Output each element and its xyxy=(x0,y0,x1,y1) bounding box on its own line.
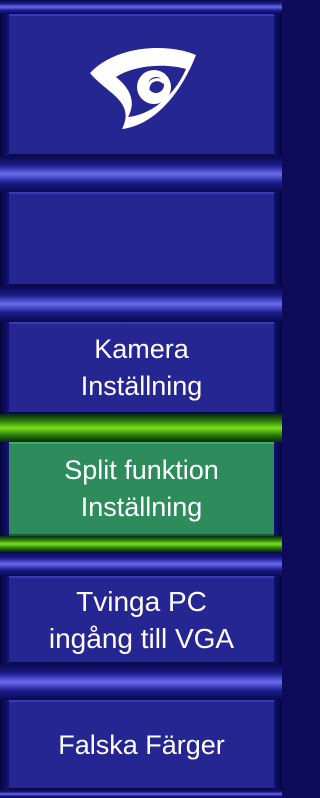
force-pc-input-vga-button[interactable]: Tvinga PC ingång till VGA xyxy=(9,576,274,664)
menu-divider xyxy=(0,664,282,700)
camera-settings-label-line1: Kamera xyxy=(94,334,189,364)
selected-divider-top xyxy=(0,414,282,442)
split-function-label-line1: Split funktion xyxy=(64,455,219,485)
camera-settings-label-line2: Inställning xyxy=(80,371,203,401)
menu-divider xyxy=(0,0,282,14)
camera-settings-button[interactable]: Kamera Inställning xyxy=(9,322,274,414)
logo-tile xyxy=(9,14,274,156)
blank-menu-slot[interactable] xyxy=(9,192,274,286)
selected-divider-bottom xyxy=(0,536,282,552)
menu-divider xyxy=(0,790,282,798)
menu-divider xyxy=(0,286,282,322)
false-colors-button[interactable]: Falska Färger xyxy=(9,700,274,790)
force-pc-label-line1: Tvinga PC xyxy=(76,586,207,617)
split-function-label-line2: Inställning xyxy=(80,492,203,522)
split-function-settings-button[interactable]: Split funktion Inställning xyxy=(9,442,274,536)
eye-icon xyxy=(89,48,196,129)
side-menu: Kamera Inställning Split funktion Instäl… xyxy=(0,0,282,798)
false-colors-label: Falska Färger xyxy=(58,729,225,760)
menu-divider xyxy=(0,552,282,576)
force-pc-label-line2: ingång till VGA xyxy=(48,623,235,654)
menu-divider xyxy=(0,156,282,192)
